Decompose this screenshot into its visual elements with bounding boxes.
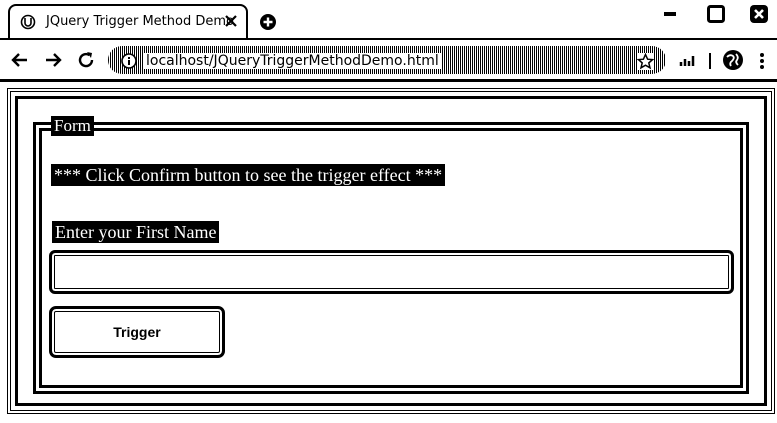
favicon-icon	[20, 14, 36, 30]
star-icon[interactable]	[637, 53, 654, 70]
toolbar-divider	[709, 53, 711, 69]
maximize-icon[interactable]	[706, 4, 726, 24]
trigger-button[interactable]: Trigger	[49, 306, 225, 358]
profile-icon[interactable]	[722, 49, 744, 71]
page-viewport: Form *** Click Confirm button to see the…	[0, 82, 777, 423]
address-bar[interactable]: localhost/JQueryTriggerMethodDemo.html	[108, 46, 666, 74]
fieldset-legend: Form	[51, 116, 94, 136]
minimize-icon[interactable]	[660, 4, 680, 24]
tab-search-icon[interactable]	[679, 52, 697, 70]
forward-icon[interactable]	[43, 50, 63, 70]
menu-icon[interactable]	[758, 52, 766, 70]
url-text[interactable]: localhost/JQueryTriggerMethodDemo.html	[144, 53, 441, 69]
browser-tab[interactable]: JQuery Trigger Method Demo	[8, 4, 248, 38]
instruction-heading: *** Click Confirm button to see the trig…	[51, 164, 446, 186]
back-icon[interactable]	[10, 50, 30, 70]
tab-strip: JQuery Trigger Method Demo	[0, 0, 777, 38]
browser-toolbar: localhost/JQueryTriggerMethodDemo.html	[0, 38, 777, 82]
window-close-icon[interactable]	[749, 4, 769, 24]
new-tab-icon[interactable]	[259, 13, 277, 31]
first-name-label: Enter your First Name	[52, 221, 220, 243]
reload-icon[interactable]	[76, 50, 96, 70]
info-icon[interactable]	[121, 53, 137, 69]
tab-title: JQuery Trigger Method Demo	[46, 14, 234, 29]
first-name-input[interactable]	[49, 250, 734, 294]
close-icon[interactable]	[224, 14, 238, 28]
